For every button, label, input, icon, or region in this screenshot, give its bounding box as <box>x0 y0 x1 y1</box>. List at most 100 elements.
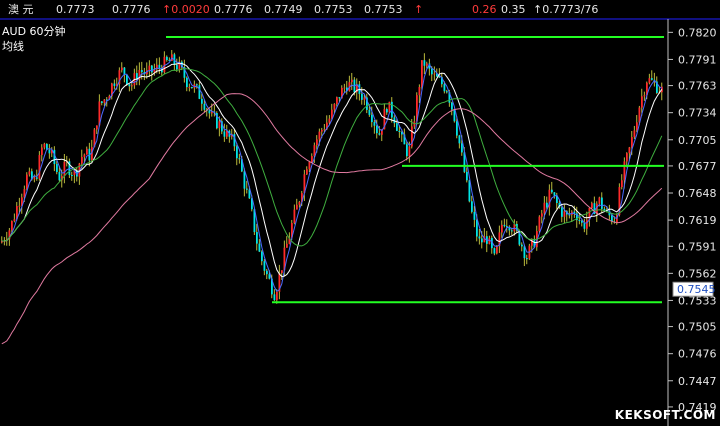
candle-body <box>246 188 248 190</box>
watermark: KEKSOFT.COM <box>614 408 716 422</box>
candle-body <box>56 164 58 173</box>
candle-body <box>371 114 373 123</box>
y-tick-label: 0.7476 <box>678 348 717 361</box>
candle-body <box>323 129 326 131</box>
candle-body <box>623 161 626 181</box>
candle-body <box>561 207 563 217</box>
candle-body <box>506 226 508 228</box>
candle-body <box>163 56 166 73</box>
candle-body <box>236 146 238 159</box>
candle-body <box>316 139 318 146</box>
candle-body <box>308 162 311 170</box>
candle-body <box>128 84 131 87</box>
moving-average-line <box>1 93 663 345</box>
candle-body <box>628 147 631 154</box>
candle-body <box>36 177 38 179</box>
candle-body <box>151 65 153 73</box>
candle-body <box>431 68 433 75</box>
candle-body <box>531 238 533 246</box>
y-tick-label: 0.7591 <box>678 240 717 253</box>
current-price-label: 0.7545 <box>677 283 716 296</box>
candle-body <box>11 221 13 231</box>
candle-body <box>648 78 651 83</box>
candle-body <box>511 230 513 232</box>
candle-body <box>306 169 308 175</box>
candle-body <box>591 203 593 209</box>
candle-body <box>598 197 601 204</box>
candle-body <box>563 211 566 217</box>
candle-body <box>141 70 143 73</box>
candle-body <box>243 171 246 189</box>
candle-body <box>476 219 478 237</box>
candle-body <box>321 130 323 132</box>
candle-body <box>238 158 241 160</box>
candle-body <box>83 154 86 157</box>
candle-body <box>158 64 161 68</box>
candle-body <box>131 85 133 87</box>
candle-body <box>443 84 446 92</box>
candle-body <box>611 215 613 222</box>
candle-body <box>293 209 296 224</box>
candle-body <box>201 98 203 104</box>
price-chart[interactable]: 0.7820 0.7791 0.7763 0.7734 0.7705 0.7677 0.76… <box>0 0 720 426</box>
candle-body <box>521 244 523 247</box>
y-tick-label: 0.7619 <box>678 214 717 227</box>
candle-body <box>426 63 428 66</box>
candle-body <box>351 79 353 83</box>
candle-body <box>423 60 426 66</box>
candle-body <box>471 201 473 212</box>
candle-body <box>343 87 346 89</box>
chart-label: AUD 60分钟 均线 <box>2 24 66 54</box>
candle-body <box>398 130 401 133</box>
candle-body <box>223 131 226 137</box>
candle-body <box>641 96 643 108</box>
candle-body <box>101 101 103 103</box>
y-tick-label: 0.7763 <box>678 80 717 93</box>
candle-body <box>538 216 541 232</box>
candle-body <box>113 83 116 86</box>
candle-body <box>363 97 366 100</box>
y-tick-label: 0.7791 <box>678 53 717 66</box>
candle-body <box>286 243 288 248</box>
y-tick-label: 0.7505 <box>678 321 717 334</box>
candle-body <box>493 248 496 254</box>
candle-body <box>63 161 66 177</box>
candle-body <box>273 294 276 301</box>
candle-body <box>81 156 83 164</box>
candle-body <box>553 192 556 196</box>
candle-body <box>451 102 453 110</box>
candle-body <box>651 78 653 80</box>
y-tick-label: 0.7648 <box>678 187 717 200</box>
candle-body <box>191 86 193 89</box>
candle-body <box>43 143 46 148</box>
candle-body <box>48 149 51 154</box>
candle-body <box>281 270 283 273</box>
candle-body <box>121 67 123 71</box>
candle-body <box>336 97 338 105</box>
candle-body <box>298 201 301 205</box>
moving-average-line <box>1 57 663 292</box>
candle-body <box>296 204 298 210</box>
instrument-interval-label: AUD 60分钟 <box>2 25 66 38</box>
candle-body <box>578 220 581 222</box>
candle-body <box>58 172 61 181</box>
candle-body <box>176 64 178 70</box>
candle-body <box>478 236 481 239</box>
candle-body <box>311 156 313 163</box>
y-tick-label: 0.7447 <box>678 375 717 388</box>
candle-body <box>378 133 381 135</box>
candle-body <box>186 77 188 88</box>
candle-body <box>583 222 586 229</box>
y-tick-label: 0.7705 <box>678 134 717 147</box>
candle-body <box>496 246 498 254</box>
candle-body <box>258 243 261 252</box>
candle-body <box>71 175 73 177</box>
candle-body <box>421 60 423 87</box>
candle-body <box>643 95 646 97</box>
candle-body <box>373 122 376 126</box>
candle-body <box>41 147 43 156</box>
candle-body <box>386 109 388 113</box>
candle-body <box>541 213 543 217</box>
candle-body <box>466 171 468 181</box>
candle-body <box>328 118 331 123</box>
